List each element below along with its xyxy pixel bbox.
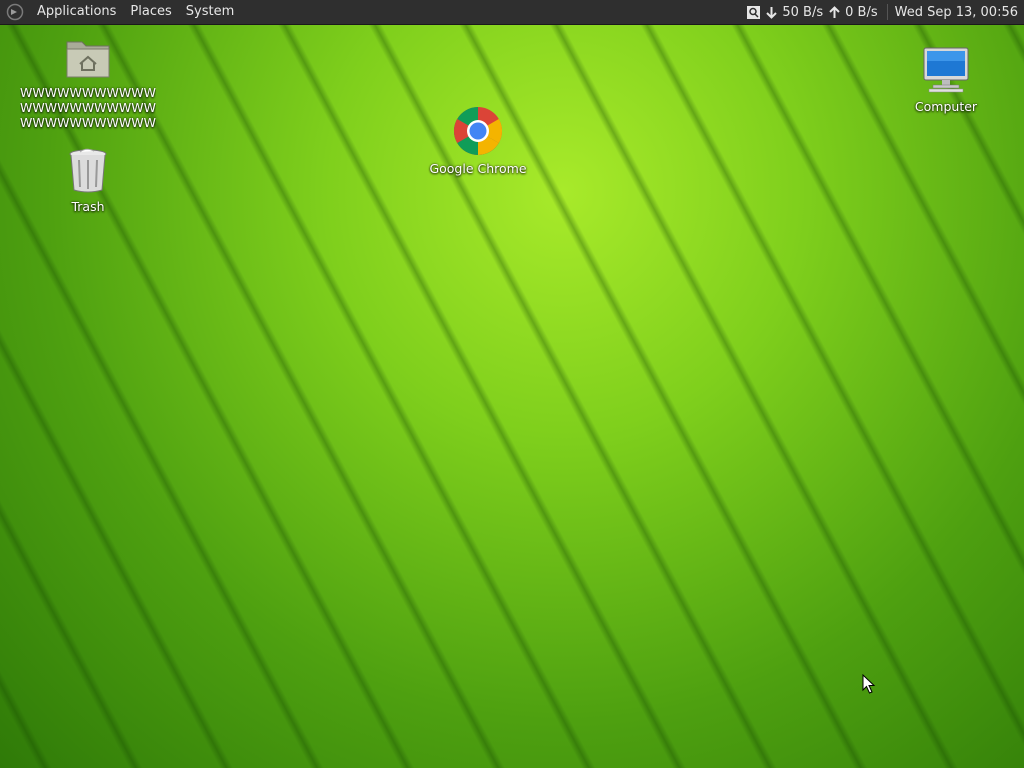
- upload-arrow-icon: [827, 5, 841, 19]
- screen-reader-icon[interactable]: [746, 5, 760, 19]
- download-speed: 50 B/s: [782, 4, 824, 20]
- top-panel: Applications Places System 50 B/s 0 B/s …: [0, 0, 1024, 25]
- download-arrow-icon: [764, 5, 778, 19]
- desktop-icon-google-chrome[interactable]: Google Chrome: [425, 106, 531, 176]
- clock[interactable]: Wed Sep 13, 00:56: [895, 5, 1018, 20]
- desktop-icon-label: Trash: [71, 199, 105, 214]
- home-folder-icon: [64, 36, 112, 83]
- desktop-icon-trash[interactable]: Trash: [58, 146, 118, 214]
- mouse-cursor-icon: [862, 674, 876, 694]
- desktop-icon-label: WWWWWWWWWWWWWWWWWWWWWWWWWWWWWWWWWWWW...: [20, 85, 156, 131]
- computer-icon: [921, 46, 971, 97]
- desktop-icon-computer[interactable]: Computer: [910, 46, 982, 114]
- upload-speed: 0 B/s: [845, 4, 878, 20]
- desktop-icon-label: Google Chrome: [429, 161, 527, 176]
- panel-separator: [886, 4, 888, 20]
- distro-logo-icon[interactable]: [6, 3, 24, 21]
- desktop-icon-home[interactable]: WWWWWWWWWWWWWWWWWWWWWWWWWWWWWWWWWWWW...: [20, 36, 156, 131]
- desktop-icon-label: Computer: [914, 99, 978, 114]
- applications-menu[interactable]: Applications: [30, 0, 123, 24]
- system-menu[interactable]: System: [179, 0, 241, 24]
- chrome-icon: [453, 106, 503, 159]
- places-menu[interactable]: Places: [123, 0, 178, 24]
- trash-icon: [66, 146, 110, 197]
